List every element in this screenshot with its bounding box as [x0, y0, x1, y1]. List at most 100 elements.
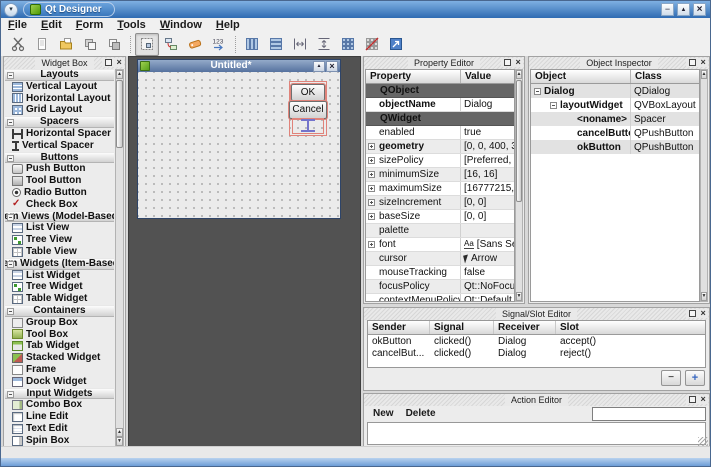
float-icon[interactable]	[688, 309, 697, 318]
signal-slot-titlebar[interactable]: Signal/Slot Editor	[364, 308, 709, 320]
action-editor-titlebar[interactable]: Action Editor	[364, 394, 709, 406]
widget-box-row[interactable]: Containers	[5, 305, 114, 317]
property-row[interactable]: enabled true	[366, 126, 514, 140]
property-row[interactable]: geometry [0, 0, 400, 3...	[366, 140, 514, 154]
delete-action-button[interactable]: Delete	[406, 408, 436, 419]
object-row[interactable]: layoutWidget QVBoxLayout	[531, 98, 699, 112]
sender-cell[interactable]: cancelBut...	[368, 348, 430, 359]
expand-icon[interactable]	[534, 88, 541, 95]
scroll-up-icon[interactable]	[116, 428, 123, 437]
collapse-icon[interactable]	[7, 119, 14, 126]
property-editor-titlebar[interactable]: Property Editor	[364, 57, 524, 69]
property-row[interactable]: sizePolicy [Preferred, P...	[366, 154, 514, 168]
expand-icon[interactable]	[368, 199, 375, 206]
property-row[interactable]: sizeIncrement [0, 0]	[366, 196, 514, 210]
form-canvas[interactable]: OK Cancel	[138, 72, 340, 218]
vertical-spacer[interactable]	[293, 119, 323, 133]
scroll-up-icon[interactable]	[116, 70, 123, 79]
receiver-column-header[interactable]: Receiver	[494, 321, 556, 334]
expand-icon[interactable]	[550, 102, 557, 109]
scroll-up-icon[interactable]	[516, 70, 522, 79]
widget-box-row[interactable]: Line Edit	[5, 411, 114, 423]
widget-box-row[interactable]: Check Box	[5, 199, 114, 211]
cancel-button[interactable]: Cancel	[289, 101, 327, 118]
scroll-down-icon[interactable]	[116, 437, 123, 446]
object-column-header[interactable]: Object	[531, 70, 631, 83]
property-row[interactable]: objectName Dialog	[366, 98, 514, 112]
widget-box-row[interactable]: Group Box	[5, 317, 114, 329]
widget-box-row[interactable]: List View	[5, 222, 114, 234]
widget-box-row[interactable]: Vertical Layout	[5, 81, 114, 93]
expand-icon[interactable]	[368, 213, 375, 220]
widget-box-row[interactable]: Tree Widget	[5, 281, 114, 293]
expand-icon[interactable]	[368, 171, 375, 178]
property-row[interactable]: contextMenuPolicy Qt::Default...	[366, 294, 514, 302]
edit-tab-order-icon[interactable]: 123	[207, 33, 231, 56]
close-icon[interactable]	[699, 395, 708, 404]
value-column-header[interactable]: Value	[461, 70, 514, 83]
system-menu-icon[interactable]	[4, 3, 18, 17]
adjust-size-icon[interactable]	[384, 33, 408, 56]
object-row[interactable]: <noname> Spacer	[531, 112, 699, 126]
property-row[interactable]: QWidget	[366, 112, 514, 126]
property-row[interactable]: minimumSize [16, 16]	[366, 168, 514, 182]
widget-box-row[interactable]: Dock Widget	[5, 376, 114, 388]
form-window[interactable]: Untitled* OK Cancel	[137, 59, 341, 219]
property-row[interactable]: mouseTracking false	[366, 266, 514, 280]
ok-button[interactable]: OK	[291, 84, 325, 101]
close-icon[interactable]	[514, 58, 523, 67]
property-row[interactable]: baseSize [0, 0]	[366, 210, 514, 224]
layout-horizontal-splitter-icon[interactable]	[288, 33, 312, 56]
slot-column-header[interactable]: Slot	[556, 321, 705, 334]
expand-icon[interactable]	[368, 157, 375, 164]
break-layout-icon[interactable]	[360, 33, 384, 56]
action-list[interactable]	[367, 422, 706, 445]
menu-item[interactable]: Form	[76, 19, 104, 31]
widget-box-row[interactable]: Item Widgets (Item-Based)	[5, 258, 114, 270]
widget-box-row[interactable]: Tool Box	[5, 329, 114, 341]
window-titlebar[interactable]: Qt Designer	[1, 1, 710, 19]
menu-item[interactable]: Window	[160, 19, 202, 31]
collapse-icon[interactable]	[7, 72, 14, 79]
widget-box-row[interactable]: Buttons	[5, 152, 114, 164]
float-icon[interactable]	[104, 58, 113, 67]
widget-box-row[interactable]: Table View	[5, 246, 114, 258]
menu-item[interactable]: File	[8, 19, 27, 31]
selected-vbox-layout[interactable]: OK Cancel	[289, 81, 327, 136]
property-column-header[interactable]: Property	[366, 70, 461, 83]
float-icon[interactable]	[688, 58, 697, 67]
object-row[interactable]: cancelButton QPushButton	[531, 126, 699, 140]
property-value[interactable]: Qt::NoFocus	[464, 281, 514, 292]
edit-buddies-icon[interactable]	[183, 33, 207, 56]
property-editor-scrollbar[interactable]	[515, 69, 523, 302]
layout-vertical-icon[interactable]	[264, 33, 288, 56]
widget-box-titlebar[interactable]: Widget Box	[4, 57, 125, 69]
property-value[interactable]: Arrow	[464, 253, 497, 264]
property-row[interactable]: cursor Arrow	[366, 252, 514, 266]
property-row[interactable]: maximumSize [16777215,...	[366, 182, 514, 196]
float-icon[interactable]	[503, 58, 512, 67]
property-value[interactable]: [Preferred, P...	[464, 155, 514, 166]
signal-cell[interactable]: clicked()	[430, 348, 494, 359]
maximize-icon[interactable]	[677, 3, 690, 16]
property-value[interactable]: [16777215,...	[464, 183, 514, 194]
object-inspector-titlebar[interactable]: Object Inspector	[529, 57, 709, 69]
receiver-cell[interactable]: Dialog	[494, 348, 556, 359]
property-value[interactable]: true	[464, 127, 481, 138]
widget-box-row[interactable]: Item Views (Model-Based)	[5, 211, 114, 223]
receiver-cell[interactable]: Dialog	[494, 336, 556, 347]
menu-item[interactable]: Tools	[117, 19, 146, 31]
property-row[interactable]: focusPolicy Qt::NoFocus	[366, 280, 514, 294]
add-connection-icon[interactable]	[685, 370, 705, 386]
expand-icon[interactable]	[368, 241, 375, 248]
layout-vertical-splitter-icon[interactable]	[312, 33, 336, 56]
object-inspector-scrollbar[interactable]	[700, 69, 708, 302]
minimize-icon[interactable]	[661, 3, 674, 16]
scroll-down-icon[interactable]	[701, 292, 707, 301]
collapse-icon[interactable]	[7, 261, 14, 268]
connection-row[interactable]: cancelBut... clicked() Dialog reject()	[368, 347, 705, 359]
remove-connection-icon[interactable]	[661, 370, 681, 386]
property-value[interactable]: Dialog	[464, 99, 492, 110]
widget-box-row[interactable]: Spacers	[5, 116, 114, 128]
property-row[interactable]: palette	[366, 224, 514, 238]
